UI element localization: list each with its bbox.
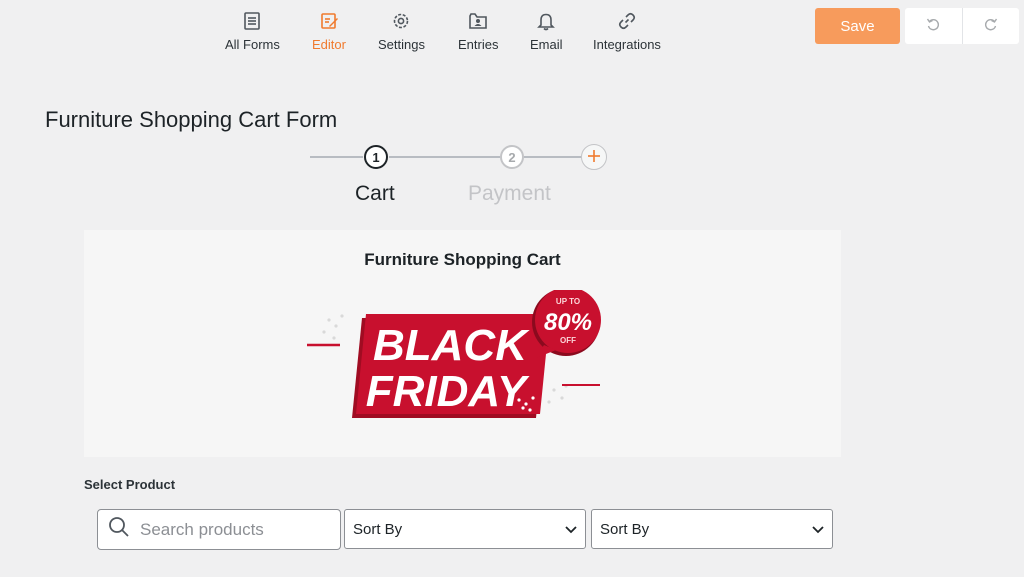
nav-label: Entries — [458, 37, 499, 52]
nav-editor[interactable]: Editor — [312, 10, 346, 52]
nav-label: Editor — [312, 37, 346, 52]
editor-icon — [318, 10, 340, 32]
add-step-button[interactable] — [581, 144, 607, 170]
nav-label: Email — [530, 37, 563, 52]
entries-icon — [467, 10, 489, 32]
nav-integrations[interactable]: Integrations — [593, 10, 661, 52]
history-controls — [905, 8, 1019, 44]
step-2-label[interactable]: Payment — [468, 182, 551, 206]
chevron-down-icon — [812, 521, 824, 538]
nav-all-forms[interactable]: All Forms — [225, 10, 280, 52]
step-2-indicator[interactable]: 2 — [500, 145, 524, 169]
badge-top: UP TO — [556, 297, 580, 306]
step-1-indicator[interactable]: 1 — [364, 145, 388, 169]
undo-button[interactable] — [905, 8, 962, 44]
link-icon — [616, 10, 638, 32]
forms-icon — [241, 10, 263, 32]
undo-icon — [926, 17, 940, 36]
step-1-label[interactable]: Cart — [355, 182, 395, 206]
sort-select-1[interactable]: Sort By — [344, 509, 586, 549]
nav-entries[interactable]: Entries — [458, 10, 498, 52]
step-progress: 1 2 Cart Payment — [0, 140, 1024, 210]
nav-label: Integrations — [593, 37, 661, 52]
sort-select-value: Sort By — [600, 520, 650, 538]
banner-line1: BLACK — [373, 321, 530, 370]
search-icon — [108, 516, 130, 543]
step-connector — [389, 156, 500, 158]
gear-icon — [390, 10, 412, 32]
sort-select-2[interactable]: Sort By — [591, 509, 833, 549]
form-title: Furniture Shopping Cart Form — [45, 107, 338, 132]
banner-line2: FRIDAY — [366, 367, 530, 416]
search-products-field[interactable] — [97, 509, 341, 550]
nav-label: Settings — [378, 37, 425, 52]
nav-settings[interactable]: Settings — [378, 10, 425, 52]
badge-bottom: OFF — [560, 336, 576, 345]
chevron-down-icon — [565, 521, 577, 538]
select-product-label: Select Product — [84, 477, 176, 492]
bell-icon — [535, 10, 557, 32]
black-friday-banner: BLACK FRIDAY UP TO 80% OFF — [307, 290, 601, 418]
badge-value: 80% — [544, 309, 592, 336]
sort-select-value: Sort By — [353, 520, 403, 538]
step-connector — [524, 156, 581, 158]
redo-icon — [984, 17, 998, 36]
form-canvas-block[interactable]: Furniture Shopping Cart BLACK FRIDAY UP … — [84, 230, 841, 457]
plus-icon — [587, 149, 601, 166]
search-input[interactable] — [140, 519, 330, 540]
redo-button[interactable] — [961, 8, 1020, 44]
cart-heading: Furniture Shopping Cart — [364, 250, 561, 269]
nav-label: All Forms — [225, 37, 280, 52]
save-button[interactable]: Save — [815, 8, 900, 44]
step-connector — [310, 156, 363, 158]
nav-email[interactable]: Email — [530, 10, 563, 52]
